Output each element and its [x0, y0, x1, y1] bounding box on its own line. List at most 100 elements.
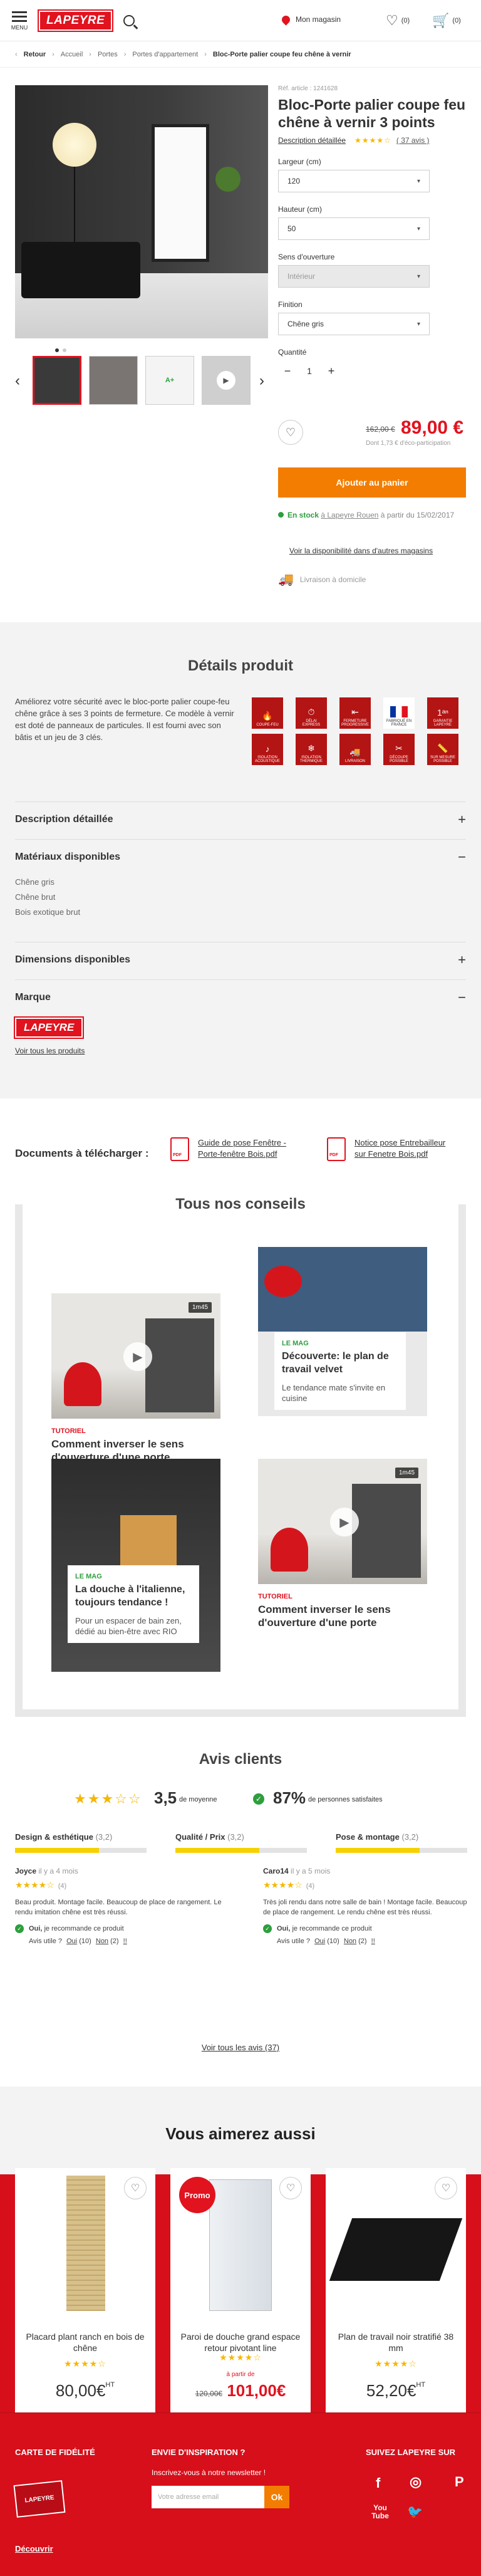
- accordion-description[interactable]: Description détaillée +: [15, 801, 466, 837]
- largeur-select[interactable]: 120 ▾: [278, 170, 430, 192]
- product-main-image[interactable]: [15, 85, 268, 338]
- average-note: 3,5: [154, 1788, 177, 1807]
- reviews-title: Avis clients: [199, 1751, 282, 1768]
- breadcrumb-item-appartement[interactable]: Portes d'appartement: [132, 51, 198, 58]
- accordion-materiaux[interactable]: Matériaux disponibles − Chêne gris Chêne …: [15, 839, 466, 920]
- product-title: Bloc-Porte palier coupe feu chêne à vern…: [278, 96, 466, 130]
- accordion-dimensions[interactable]: Dimensions disponibles +: [15, 942, 466, 978]
- conseil-subtitle: Pour un espacer de bain zen, dédié au bi…: [75, 1616, 182, 1636]
- chevron-left-icon[interactable]: ‹: [15, 372, 20, 390]
- quantity-value[interactable]: 1: [297, 366, 322, 376]
- conseil-card-1[interactable]: ▶ 1m45 TUTORIEL Comment inverser le sens…: [51, 1293, 220, 1464]
- product-card-3[interactable]: ♡ Plan de travail noir stratifié 38 mm ★…: [326, 2168, 466, 2412]
- facebook-icon[interactable]: f: [376, 2475, 380, 2491]
- reviews-link[interactable]: ( 37 avis ): [396, 136, 430, 145]
- twitter-icon[interactable]: 🐦: [407, 2504, 423, 2520]
- product-price: 120,00€ 101,00€: [170, 2381, 311, 2401]
- review-text: Beau produit. Montage facile. Beaucoup d…: [15, 1899, 222, 1916]
- favorites-link[interactable]: ♡ (0): [386, 13, 410, 29]
- helpful-label: Avis utile ?: [29, 1937, 62, 1945]
- report-button[interactable]: !!: [371, 1937, 375, 1945]
- thumbnail-2[interactable]: [89, 356, 138, 405]
- details-section: Détails produit Améliorez votre sécurité…: [0, 622, 481, 1098]
- menu-button[interactable]: MENU: [9, 10, 30, 31]
- search-icon[interactable]: [123, 14, 135, 26]
- product-card-1[interactable]: ♡ Placard plant ranch en bois de chêne ★…: [15, 2168, 155, 2412]
- newsletter-form: Votre adresse email Ok: [152, 2486, 289, 2508]
- check-icon: ✓: [15, 1924, 24, 1933]
- play-icon[interactable]: ▶: [330, 1508, 359, 1536]
- description-link[interactable]: Description détaillée: [278, 136, 346, 145]
- youtube-icon[interactable]: You Tube: [370, 2504, 391, 2520]
- quantity-decrease-button[interactable]: −: [278, 362, 297, 380]
- image-wardrobe: [352, 1484, 421, 1578]
- see-all-products-link[interactable]: Voir tous les produits: [15, 1046, 466, 1055]
- add-favorite-button[interactable]: ♡: [435, 2177, 457, 2199]
- review-date: il y a 5 mois: [291, 1867, 331, 1875]
- thumbnail-3-energy-label[interactable]: A+: [145, 356, 194, 405]
- add-favorite-button[interactable]: ♡: [279, 2177, 302, 2199]
- quantity-increase-button[interactable]: +: [322, 362, 341, 380]
- review-recommend: ✓ Oui, je recommande ce produit: [15, 1924, 222, 1934]
- availability-link[interactable]: Voir la disponibilité dans d'autres maga…: [289, 546, 433, 555]
- image-wardrobe: [145, 1318, 214, 1412]
- email-input[interactable]: Votre adresse email: [152, 2486, 264, 2508]
- instagram-icon[interactable]: ◎: [410, 2474, 422, 2490]
- criterion-bar: [175, 1848, 307, 1853]
- image-worktop: [329, 2218, 463, 2281]
- social-title: SUIVEZ LAPEYRE SUR: [366, 2448, 456, 2457]
- add-favorite-button[interactable]: ♡: [124, 2177, 147, 2199]
- brand-logo: LAPEYRE: [13, 1016, 85, 1039]
- accordion-marque[interactable]: Marque − LAPEYRE Voir tous les produits: [13, 979, 466, 1055]
- play-icon: ▶: [217, 371, 235, 390]
- thumbnail-4-video[interactable]: ▶: [202, 356, 251, 405]
- add-to-cart-button[interactable]: Ajouter au panier: [278, 467, 466, 498]
- price-row: ♡ 162,00 € 89,00 € Dont 1,73 € d'éco-par…: [278, 417, 466, 449]
- play-icon[interactable]: ▶: [123, 1342, 152, 1371]
- recommend-text: je recommande ce produit: [44, 1925, 124, 1932]
- product-meta: Description détaillée ★★★★☆ ( 37 avis ): [278, 136, 466, 145]
- store-link[interactable]: Mon magasin: [280, 13, 341, 26]
- pinterest-icon[interactable]: P: [455, 2474, 464, 2490]
- product-info: Réf. article : 1241628 Bloc-Porte palier…: [278, 85, 466, 587]
- helpful-no-button[interactable]: Non: [96, 1937, 108, 1945]
- helpful-yes-button[interactable]: Oui: [314, 1937, 325, 1945]
- criterion-bar-fill: [175, 1848, 260, 1853]
- badge-label: FERMETURE PROGRESSIVE: [341, 719, 369, 727]
- document-2[interactable]: Notice pose Entrebailleur sur Fenetre Bo…: [327, 1137, 455, 1161]
- scissors-icon: ✂: [395, 743, 403, 753]
- logo[interactable]: LAPEYRE: [37, 9, 114, 32]
- conseil-card-4[interactable]: ▶ 1m45 TUTORIEL Comment inverser le sens…: [258, 1459, 427, 1629]
- newsletter-submit-button[interactable]: Ok: [264, 2486, 289, 2508]
- badge-coupe-feu: 🔥 COUPE-FEU: [252, 697, 283, 729]
- thumbnail-1[interactable]: [33, 356, 81, 405]
- helpful-yes-button[interactable]: Oui: [66, 1937, 77, 1945]
- cart-link[interactable]: 🛒 (0): [432, 13, 461, 29]
- details-title: Détails produit: [187, 657, 293, 674]
- conseil-card-3[interactable]: LE MAG La douche à l'italienne, toujours…: [51, 1459, 220, 1672]
- carousel-dot[interactable]: [63, 348, 66, 352]
- price-ht: HT: [105, 2381, 115, 2389]
- breadcrumb-item-accueil[interactable]: Accueil: [61, 51, 83, 58]
- breadcrumb-item-portes[interactable]: Portes: [98, 51, 118, 58]
- hauteur-select[interactable]: 50 ▾: [278, 217, 430, 240]
- conseil-card-2[interactable]: LE MAG Découverte: le plan de travail ve…: [258, 1247, 427, 1416]
- report-button[interactable]: !!: [123, 1937, 127, 1945]
- sens-select[interactable]: Intérieur ▾: [278, 265, 430, 288]
- chevron-right-icon[interactable]: ›: [259, 372, 264, 390]
- helpful-no-button[interactable]: Non: [344, 1937, 356, 1945]
- add-favorite-button[interactable]: ♡: [278, 420, 303, 445]
- document-1[interactable]: Guide de pose Fenêtre - Porte-fenêtre Bo…: [170, 1137, 298, 1161]
- see-all-reviews-link[interactable]: Voir tous les avis (37): [0, 2043, 481, 2052]
- breadcrumb-separator: ›: [204, 50, 207, 58]
- carousel-dot-active[interactable]: [55, 348, 59, 352]
- finition-select[interactable]: Chêne gris ▾: [278, 313, 430, 335]
- decouvrir-link[interactable]: Découvrir: [15, 2544, 53, 2553]
- stock-store[interactable]: à Lapeyre Rouen: [321, 511, 378, 519]
- check-icon: ✓: [253, 1793, 264, 1805]
- check-icon: ✓: [263, 1924, 272, 1933]
- price-value: 52,20€: [366, 2381, 416, 2400]
- review-stars: ★★★★☆: [263, 1880, 303, 1890]
- back-link[interactable]: Retour: [24, 51, 46, 58]
- product-card-2[interactable]: Promo ♡ Paroi de douche grand espace ret…: [170, 2168, 311, 2412]
